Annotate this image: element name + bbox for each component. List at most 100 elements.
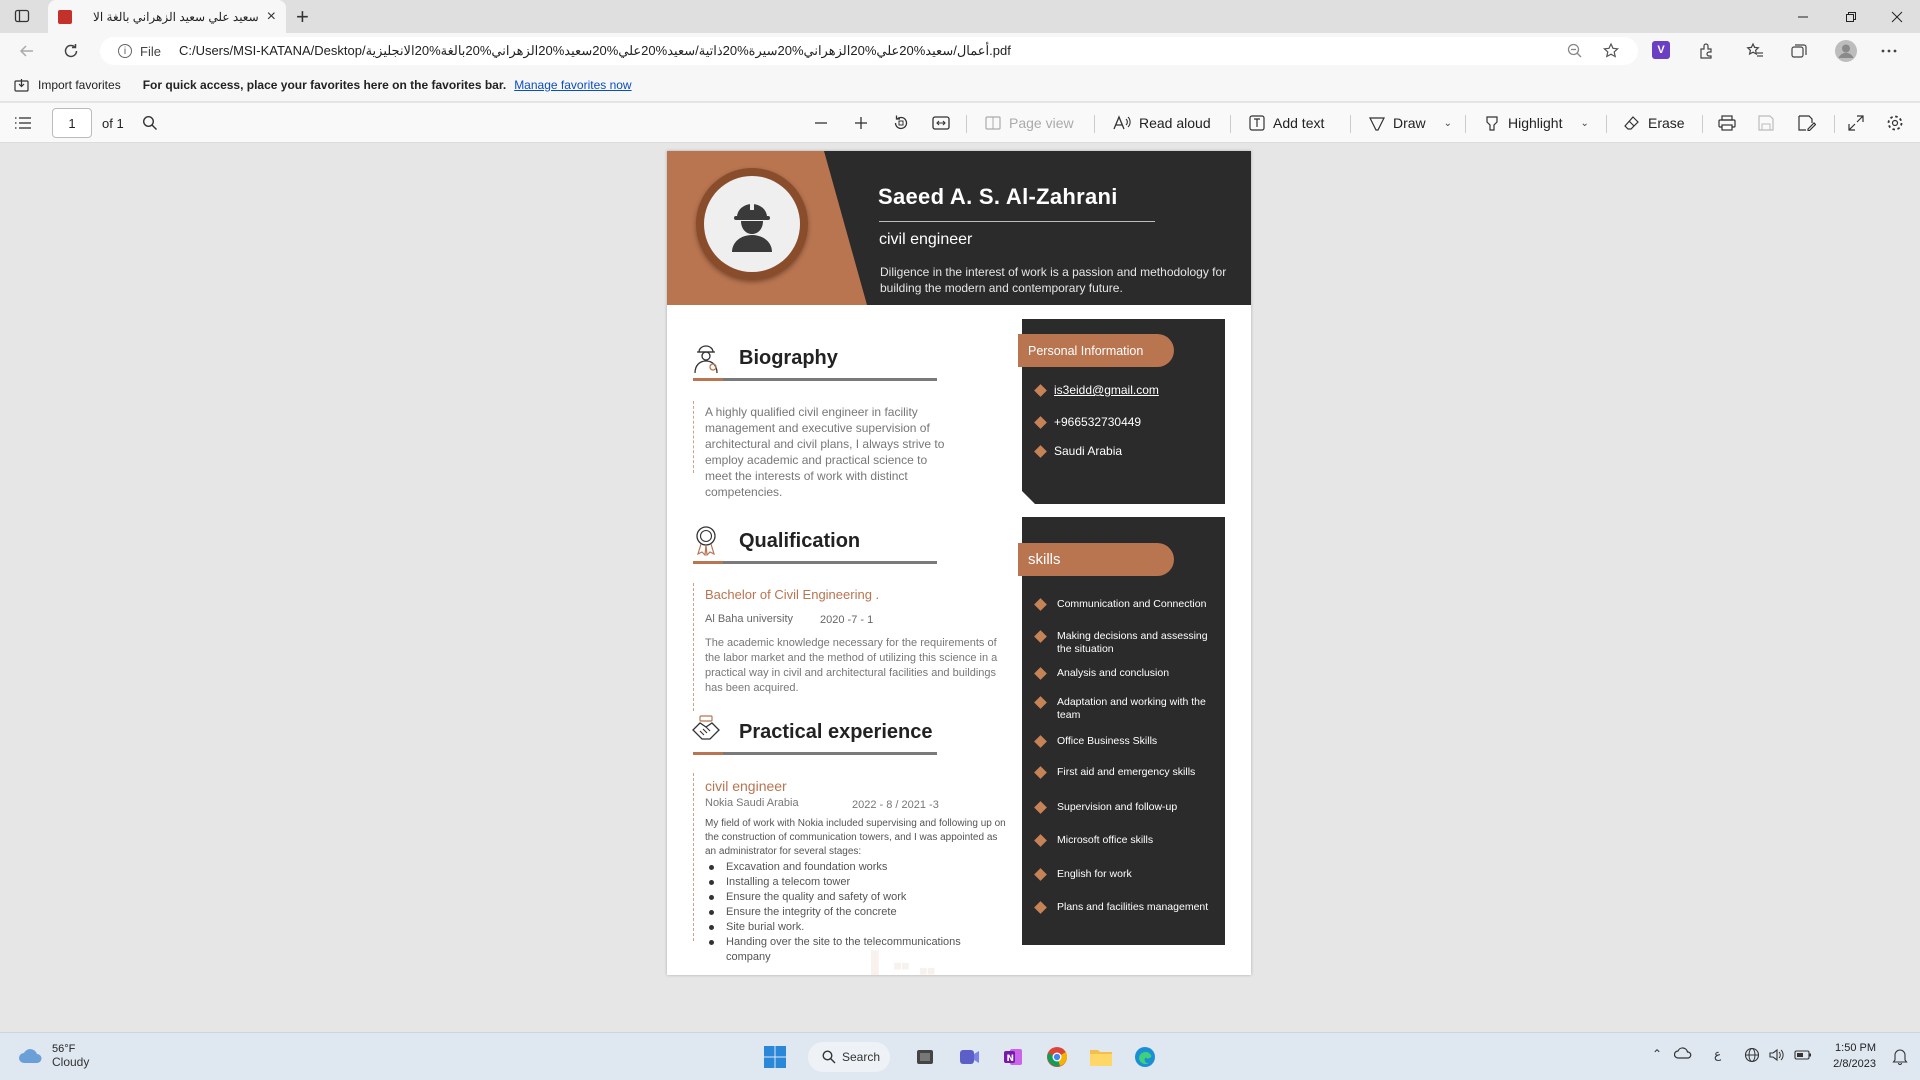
onedrive-cloud-icon[interactable] <box>1674 1047 1692 1059</box>
skill-item: Making decisions and assessing the situa… <box>1034 630 1222 656</box>
country: Saudi Arabia <box>1054 444 1123 458</box>
address-field[interactable]: i File C:/Users/MSI-KATANA/Desktop/أعمال… <box>100 37 1638 65</box>
rotate-icon[interactable] <box>892 103 910 143</box>
list-item: Ensure the quality and safety of work <box>705 890 1005 905</box>
teams-icon[interactable] <box>954 1042 984 1072</box>
email-row[interactable]: is3eidd@gmail.com <box>1034 383 1159 397</box>
page-number-input[interactable]: 1 <box>52 108 92 138</box>
biography-underline <box>693 378 937 381</box>
skill-item: English for work <box>1034 868 1222 881</box>
add-favorite-icon[interactable] <box>1602 42 1620 60</box>
input-language[interactable]: ع <box>1714 1047 1721 1061</box>
pdf-page: Saeed A. S. Al-Zahrani civil engineer Di… <box>667 151 1251 975</box>
pdf-settings-gear-icon[interactable] <box>1886 103 1904 143</box>
phone-row: +966532730449 <box>1034 415 1141 429</box>
highlight-chevron-down-icon[interactable]: ⌄ <box>1580 118 1588 129</box>
list-item: Excavation and foundation works <box>705 860 1005 875</box>
close-tab-icon[interactable]: × <box>267 8 276 26</box>
notification-bell-icon[interactable] <box>1892 1047 1908 1065</box>
battery-icon[interactable] <box>1794 1047 1812 1063</box>
browser-tab[interactable]: سعيد علي سعيد الزهراني بالغة الا × <box>48 0 286 33</box>
full-screen-icon[interactable] <box>1848 103 1864 143</box>
skill-label: Supervision and follow-up <box>1057 801 1178 813</box>
skill-label: Adaptation and working with the team <box>1057 696 1206 721</box>
workspaces-icon[interactable] <box>14 8 30 24</box>
diamond-bullet-icon <box>1034 415 1047 429</box>
draw-chevron-down-icon[interactable]: ⌄ <box>1444 118 1452 129</box>
collections-icon[interactable] <box>1790 42 1808 60</box>
skill-label: Office Business Skills <box>1057 735 1158 747</box>
close-window-button[interactable] <box>1874 0 1920 33</box>
draw-icon <box>1369 117 1385 131</box>
diamond-bullet-icon <box>1034 766 1047 779</box>
search-icon <box>822 1050 836 1064</box>
diamond-bullet-icon <box>1034 735 1047 748</box>
info-icon[interactable]: i <box>118 44 132 58</box>
resume-header: Saeed A. S. Al-Zahrani civil engineer Di… <box>667 151 1251 305</box>
edge-icon[interactable] <box>1130 1042 1160 1072</box>
import-favorites-label: Import favorites <box>38 78 121 92</box>
read-aloud-button[interactable]: Read aloud <box>1113 103 1211 143</box>
extensions-icon[interactable] <box>1698 42 1716 60</box>
email-link[interactable]: is3eidd@gmail.com <box>1054 383 1159 397</box>
restore-button[interactable] <box>1828 0 1874 33</box>
minimize-button[interactable] <box>1780 0 1826 33</box>
manage-favorites-link[interactable]: Manage favorites now <box>514 78 631 92</box>
pdf-file-icon <box>58 9 72 24</box>
taskbar-search[interactable]: Search <box>808 1042 890 1072</box>
skill-label: Plans and facilities management <box>1057 901 1209 913</box>
show-hidden-icons-chevron-up-icon[interactable]: ⌃ <box>1652 1047 1662 1061</box>
find-icon[interactable] <box>142 103 158 143</box>
tab-title: سعيد علي سعيد الزهراني بالغة الا <box>93 9 259 24</box>
weather-widget[interactable]: 56°F Cloudy <box>18 1043 89 1069</box>
save-as-icon[interactable] <box>1798 103 1816 143</box>
settings-more-icon[interactable] <box>1880 42 1898 60</box>
favorites-icon[interactable] <box>1746 42 1764 60</box>
resume-job-title: civil engineer <box>879 231 973 248</box>
print-icon[interactable] <box>1718 103 1736 143</box>
volume-icon[interactable] <box>1768 1047 1784 1063</box>
contents-icon[interactable] <box>14 103 32 143</box>
biography-underline-accent <box>693 378 723 381</box>
url-path: C:/Users/MSI-KATANA/Desktop/أعمال/سعيد%2… <box>178 43 1011 58</box>
experience-role: civil engineer <box>705 778 787 794</box>
page-view-button[interactable]: Page view <box>985 103 1074 143</box>
skill-item: Analysis and conclusion <box>1034 667 1222 680</box>
biography-heading: Biography <box>739 347 838 369</box>
diamond-bullet-icon <box>1034 834 1047 847</box>
import-favorites-button[interactable]: Import favorites <box>14 78 121 92</box>
add-text-button[interactable]: Add text <box>1249 103 1324 143</box>
extension-v-icon[interactable]: V <box>1652 41 1670 59</box>
experience-company: Nokia Saudi Arabia <box>705 797 799 809</box>
draw-button[interactable]: Draw ⌄ <box>1369 103 1452 143</box>
new-tab-button[interactable]: + <box>296 4 309 30</box>
university-name: Al Baha university <box>705 613 794 625</box>
back-button[interactable] <box>18 42 36 60</box>
file-explorer-icon[interactable] <box>1086 1042 1116 1072</box>
diamond-bullet-icon <box>1034 801 1047 814</box>
zoom-icon[interactable] <box>1566 42 1584 60</box>
start-button[interactable] <box>760 1042 790 1072</box>
network-globe-icon[interactable] <box>1744 1047 1760 1063</box>
zoom-out-icon[interactable] <box>813 103 829 143</box>
qualification-underline <box>693 561 937 564</box>
personal-info-heading: Personal Information <box>1018 334 1174 367</box>
search-label: Search <box>842 1050 881 1064</box>
save-icon[interactable] <box>1758 103 1774 143</box>
diamond-bullet-icon <box>1034 630 1047 643</box>
system-clock[interactable]: 1:50 PM 2/8/2023 <box>1833 1040 1876 1072</box>
zoom-in-icon[interactable] <box>853 103 869 143</box>
favorites-hint: For quick access, place your favorites h… <box>142 78 507 92</box>
fit-page-icon[interactable] <box>932 103 950 143</box>
handshake-icon <box>691 714 721 744</box>
chrome-icon[interactable] <box>1042 1042 1072 1072</box>
task-view-icon[interactable] <box>910 1042 940 1072</box>
highlight-button[interactable]: Highlight ⌄ <box>1484 103 1589 143</box>
add-text-icon <box>1249 115 1265 131</box>
skill-label: Making decisions and assessing the situa… <box>1057 630 1208 655</box>
onenote-icon[interactable]: N <box>998 1042 1028 1072</box>
profile-avatar[interactable] <box>1834 39 1858 63</box>
country-row: Saudi Arabia <box>1034 444 1123 458</box>
refresh-button[interactable] <box>62 42 80 60</box>
erase-button[interactable]: Erase <box>1624 103 1685 143</box>
